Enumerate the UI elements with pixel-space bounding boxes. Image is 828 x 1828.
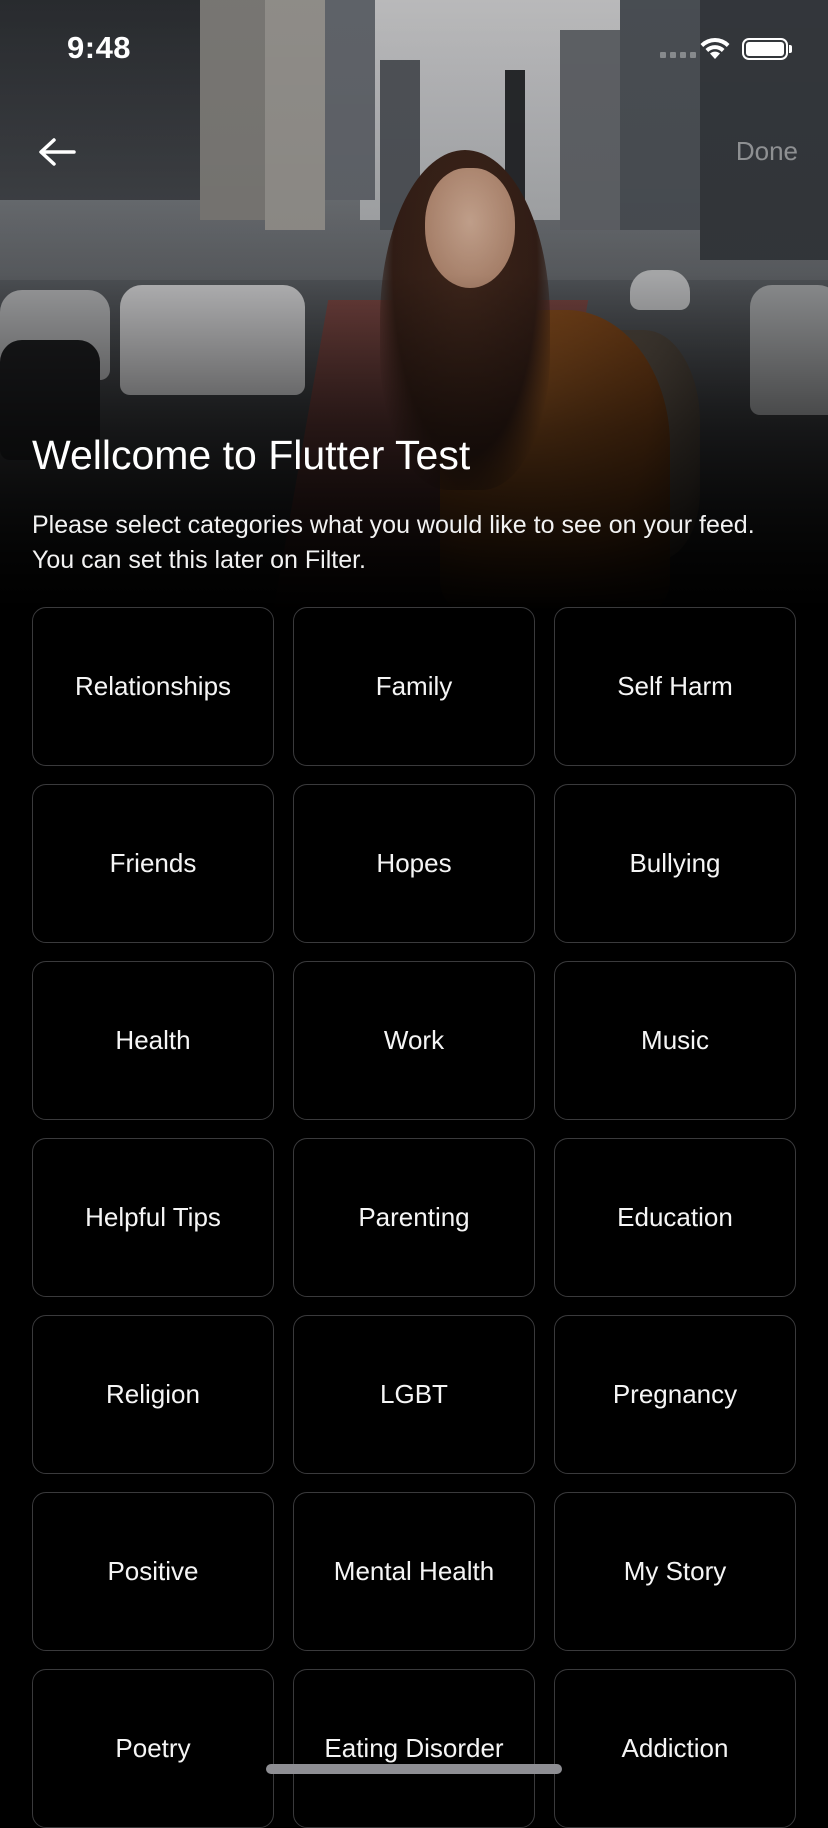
category-grid: Relationships Family Self Harm Friends H…	[32, 607, 796, 1828]
category-tile-work[interactable]: Work	[293, 961, 535, 1120]
category-tile-parenting[interactable]: Parenting	[293, 1138, 535, 1297]
home-indicator[interactable]	[266, 1764, 562, 1774]
arrow-left-icon	[39, 138, 76, 166]
category-tile-addiction[interactable]: Addiction	[554, 1669, 796, 1828]
wifi-icon	[700, 37, 730, 59]
category-tile-eating-disorder[interactable]: Eating Disorder	[293, 1669, 535, 1828]
category-tile-self-harm[interactable]: Self Harm	[554, 607, 796, 766]
category-tile-friends[interactable]: Friends	[32, 784, 274, 943]
category-tile-hopes[interactable]: Hopes	[293, 784, 535, 943]
done-button[interactable]: Done	[736, 136, 798, 167]
category-tile-poetry[interactable]: Poetry	[32, 1669, 274, 1828]
status-time: 9:48	[67, 30, 132, 65]
category-tile-positive[interactable]: Positive	[32, 1492, 274, 1651]
category-tile-music[interactable]: Music	[554, 961, 796, 1120]
category-tile-relationships[interactable]: Relationships	[32, 607, 274, 766]
category-tile-helpful-tips[interactable]: Helpful Tips	[32, 1138, 274, 1297]
category-tile-health[interactable]: Health	[32, 961, 274, 1120]
category-tile-education[interactable]: Education	[554, 1138, 796, 1297]
status-bar: 9:48	[0, 0, 828, 100]
battery-icon	[742, 38, 792, 60]
category-tile-family[interactable]: Family	[293, 607, 535, 766]
cellular-signal-icon	[660, 52, 696, 58]
page-title: Wellcome to Flutter Test	[32, 432, 471, 478]
page-subtitle: Please select categories what you would …	[32, 511, 755, 574]
category-tile-religion[interactable]: Religion	[32, 1315, 274, 1474]
category-tile-mental-health[interactable]: Mental Health	[293, 1492, 535, 1651]
category-tile-lgbt[interactable]: LGBT	[293, 1315, 535, 1474]
back-button[interactable]	[34, 130, 78, 174]
category-tile-bullying[interactable]: Bullying	[554, 784, 796, 943]
category-tile-my-story[interactable]: My Story	[554, 1492, 796, 1651]
category-tile-pregnancy[interactable]: Pregnancy	[554, 1315, 796, 1474]
